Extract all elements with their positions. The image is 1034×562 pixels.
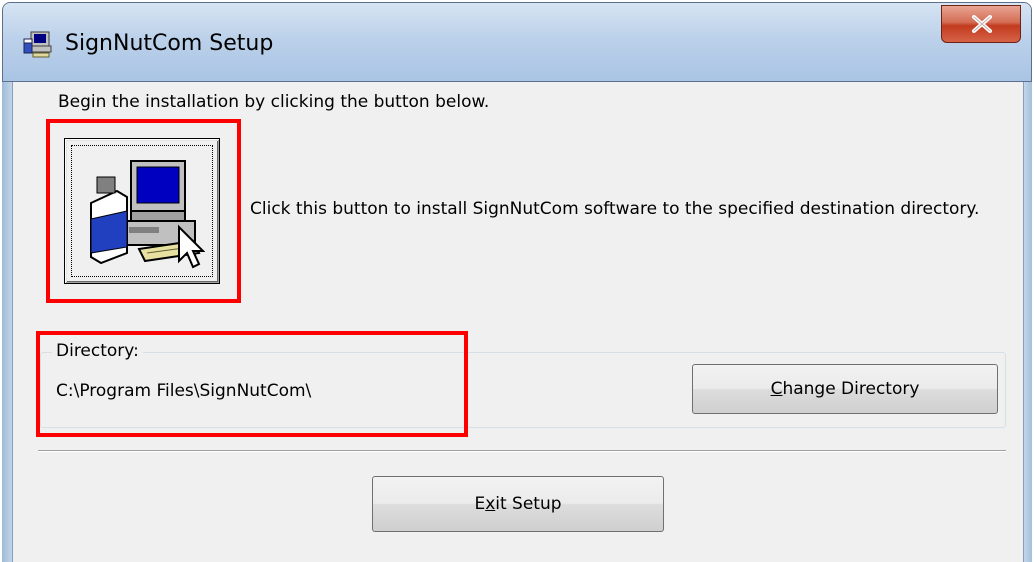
close-button[interactable] bbox=[941, 5, 1021, 43]
directory-path: C:\Program Files\SignNutCom\ bbox=[56, 381, 312, 401]
mnemonic-c: C bbox=[770, 379, 783, 399]
change-directory-label: Change Directory bbox=[771, 365, 920, 413]
computer-install-icon bbox=[87, 157, 206, 276]
change-directory-button[interactable]: Change Directory bbox=[692, 364, 998, 414]
directory-group-label: Directory: bbox=[52, 341, 143, 361]
window-frame-left bbox=[2, 82, 12, 562]
mnemonic-x: x bbox=[485, 494, 496, 514]
exit-setup-label: Exit Setup bbox=[474, 477, 561, 531]
change-directory-label-rest: hange Directory bbox=[782, 379, 920, 399]
install-description: Click this button to install SignNutCom … bbox=[250, 199, 980, 219]
setup-app-icon bbox=[23, 31, 53, 59]
exit-setup-button[interactable]: Exit Setup bbox=[372, 476, 664, 532]
close-icon bbox=[972, 15, 992, 33]
title-bar[interactable]: SignNutCom Setup bbox=[2, 2, 1032, 82]
install-button[interactable] bbox=[64, 138, 220, 284]
exit-label-before: E bbox=[474, 494, 486, 514]
window-frame-right bbox=[1024, 82, 1032, 562]
window-title: SignNutCom Setup bbox=[65, 31, 274, 56]
separator bbox=[38, 450, 1006, 452]
exit-label-after: it Setup bbox=[495, 494, 562, 514]
intro-text: Begin the installation by clicking the b… bbox=[58, 92, 490, 112]
